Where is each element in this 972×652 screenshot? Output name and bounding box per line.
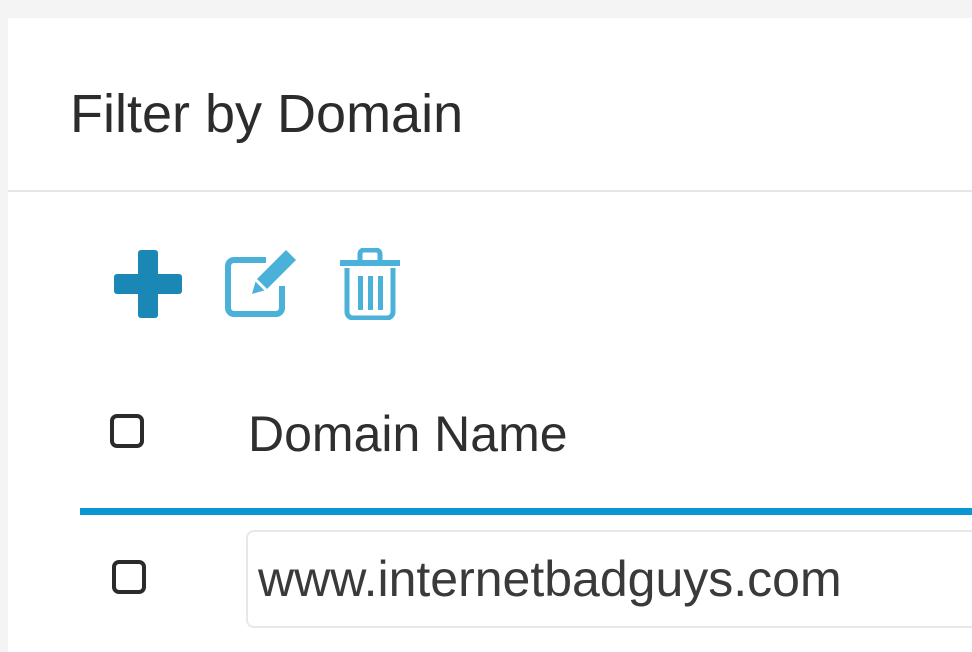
table-row [80,530,972,630]
edit-icon [225,250,296,317]
panel-title: Filter by Domain [70,84,464,144]
delete-button[interactable] [338,248,410,320]
add-button[interactable] [112,248,184,320]
column-header-domain-name: Domain Name [248,406,568,462]
edit-button[interactable] [222,244,296,317]
plus-icon [114,250,182,318]
domain-name-input[interactable] [246,530,972,628]
table-header-row: Domain Name [80,380,972,515]
row-checkbox[interactable] [112,560,146,594]
panel-header: Filter by Domain [8,18,972,192]
select-all-checkbox[interactable] [110,414,144,448]
trash-icon [340,248,400,320]
